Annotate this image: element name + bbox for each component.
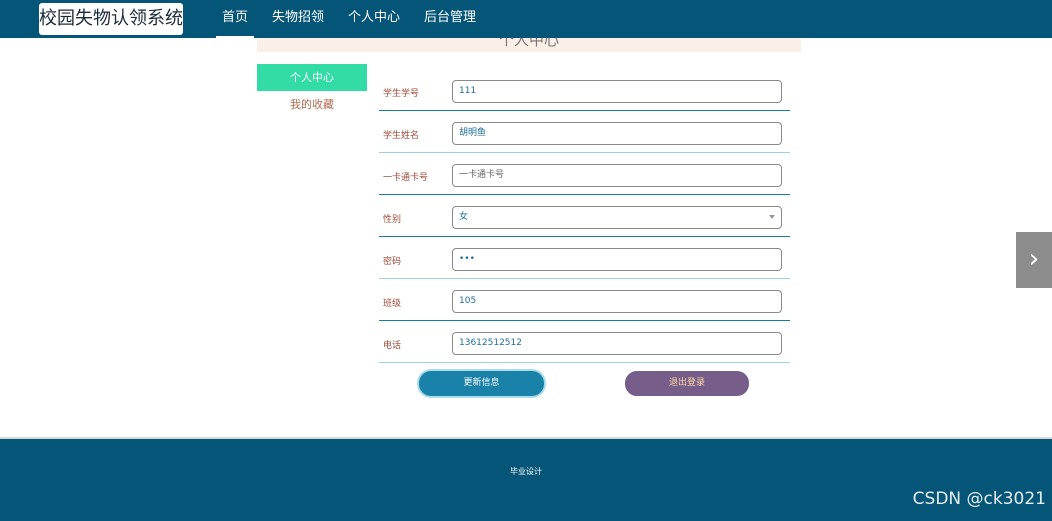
student-no-input[interactable]: 111 <box>452 80 782 103</box>
footer: 毕业设计 <box>0 437 1052 521</box>
password-input[interactable]: ••• <box>452 248 782 271</box>
form-row-student-name: 学生姓名 胡明鱼 <box>379 112 790 153</box>
phone-input[interactable]: 13612512512 <box>452 332 782 355</box>
student-no-label: 学生学号 <box>383 89 420 99</box>
logout-button[interactable]: 退出登录 <box>625 371 749 396</box>
side-menu-personal-center[interactable]: 个人中心 <box>257 64 367 91</box>
page-title: 个人中心 <box>498 38 559 49</box>
page-title-banner: 个人中心 <box>257 38 801 52</box>
class-label: 班级 <box>383 299 402 309</box>
footer-text: 毕业设计 <box>510 467 542 476</box>
form-row-student-no: 学生学号 111 <box>379 70 790 111</box>
class-input[interactable]: 105 <box>452 290 782 313</box>
chevron-down-icon <box>769 215 775 219</box>
profile-form: 学生学号 111 学生姓名 胡明鱼 一卡通卡号 一卡通卡号 性别 女 密码 ••… <box>379 70 790 364</box>
password-label: 密码 <box>383 257 402 267</box>
watermark: CSDN @ck3021 <box>912 489 1046 509</box>
update-info-button[interactable]: 更新信息 <box>419 371 544 396</box>
card-no-label: 一卡通卡号 <box>383 173 429 183</box>
nav-lost-found[interactable]: 失物招领 <box>266 0 330 38</box>
chevron-right-icon[interactable]: › <box>1016 232 1052 288</box>
form-row-class: 班级 105 <box>379 280 790 321</box>
gender-label: 性别 <box>383 215 402 225</box>
nav-home[interactable]: 首页 <box>216 0 255 38</box>
site-logo[interactable]: 校园失物认领系统 <box>39 3 183 35</box>
phone-label: 电话 <box>383 341 402 351</box>
form-row-password: 密码 ••• <box>379 238 790 279</box>
student-name-label: 学生姓名 <box>383 131 420 141</box>
nav-personal-center[interactable]: 个人中心 <box>342 0 406 38</box>
main-nav: 首页 失物招领 个人中心 后台管理 <box>216 0 494 38</box>
gender-select[interactable]: 女 <box>452 206 782 229</box>
nav-admin[interactable]: 后台管理 <box>418 0 482 38</box>
form-row-gender: 性别 女 <box>379 196 790 237</box>
form-row-phone: 电话 13612512512 <box>379 322 790 363</box>
form-row-card-no: 一卡通卡号 一卡通卡号 <box>379 154 790 195</box>
side-menu-favorites[interactable]: 我的收藏 <box>257 95 367 115</box>
gender-value: 女 <box>459 212 469 222</box>
top-navbar: 校园失物认领系统 首页 失物招领 个人中心 后台管理 <box>0 0 1052 38</box>
student-name-input[interactable]: 胡明鱼 <box>452 122 782 145</box>
card-no-input[interactable]: 一卡通卡号 <box>452 164 782 187</box>
